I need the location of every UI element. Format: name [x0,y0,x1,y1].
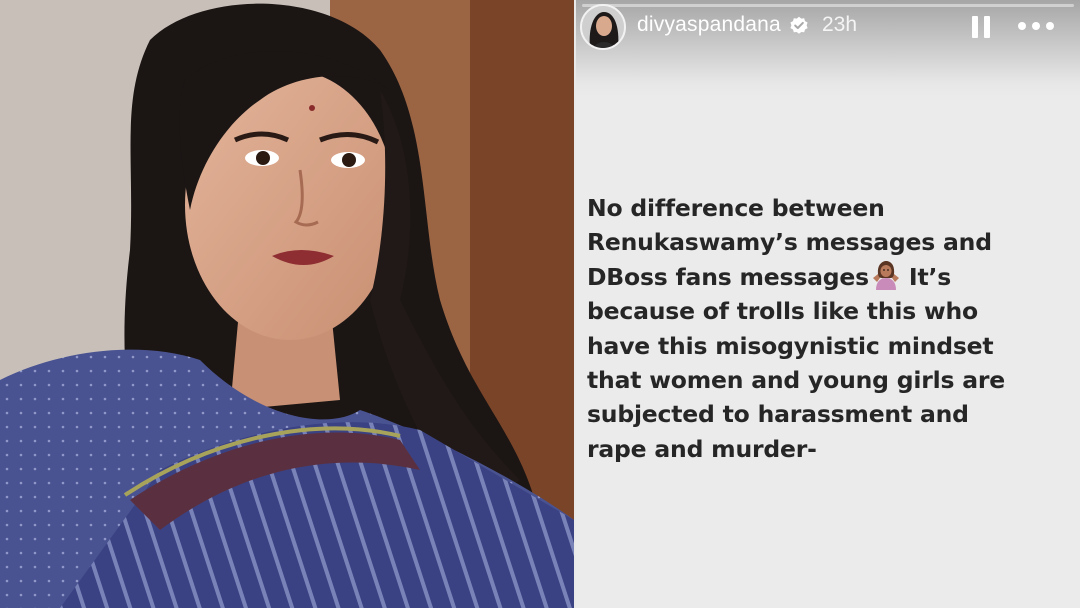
story-text-line-with-emoji: DBoss fans messages It’s [587,260,1067,294]
story-text-line: because of trolls like this who [587,297,978,326]
story-timestamp: 23h [822,13,858,36]
more-options-dot [1032,22,1040,30]
portrait-illustration [0,0,574,608]
more-options-dot [1046,22,1054,30]
avatar[interactable] [580,4,626,50]
more-options-icon [1018,22,1026,30]
portrait-photo [0,0,574,608]
story-username[interactable]: divyaspandana [637,13,781,37]
story-text-line: No difference between [587,194,885,222]
story-text-line: Renukaswamy’s messages and [587,228,992,257]
story-text-line: DBoss fans messages [587,262,869,291]
more-options-button[interactable] [1016,18,1056,34]
story-text-line-end: It’s [908,262,952,291]
pause-button[interactable] [968,14,994,40]
story-text-line: rape and murder- [587,434,817,463]
story-text-line: have this misogynistic mindset [587,331,994,360]
verified-badge-icon [790,16,808,34]
woman-shrugging-emoji [872,260,899,290]
story-progress-bar [582,4,1074,7]
pause-icon-bar [984,16,990,38]
story-text-line: that women and young girls are [587,366,1006,395]
story-text-line: subjected to harassment and [587,400,969,429]
story-text: No difference between Renukaswamy’s mess… [587,191,1067,466]
instagram-story[interactable]: divyaspandana 23h No difference between … [576,0,1080,608]
avatar-image [582,6,624,48]
story-header: divyaspandana 23h [576,0,1080,96]
pause-icon [972,16,978,38]
